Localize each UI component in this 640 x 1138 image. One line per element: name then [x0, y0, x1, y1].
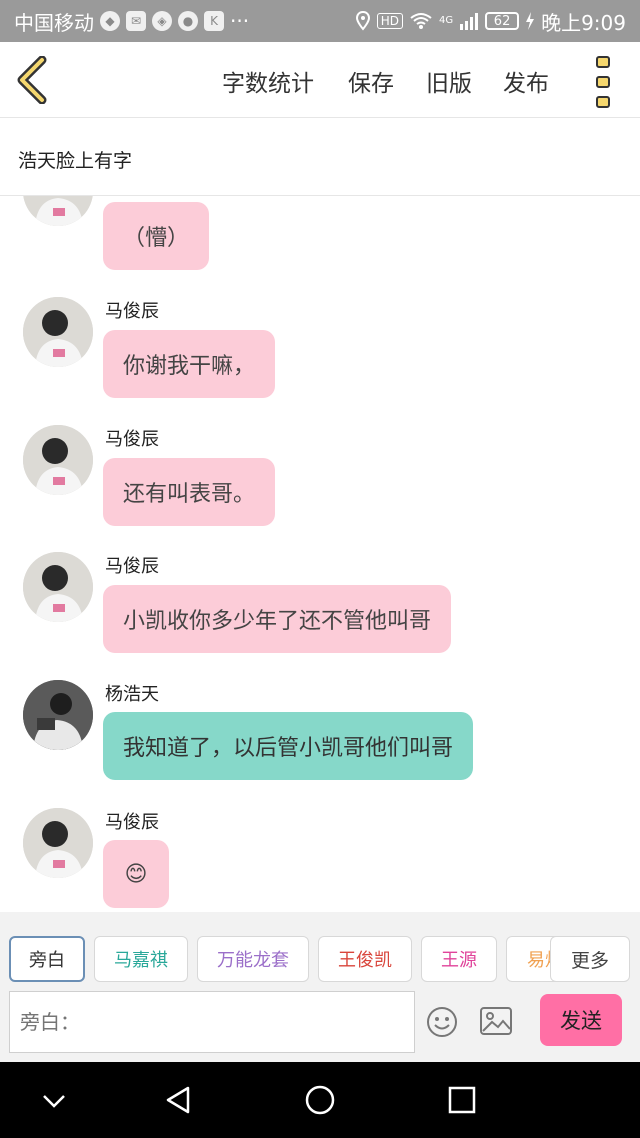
- chat-message[interactable]: （懵）: [0, 196, 640, 276]
- message-bubble[interactable]: 😊: [103, 840, 169, 908]
- speaker-name: 马俊辰: [105, 301, 159, 322]
- chat-message[interactable]: 马俊辰 还有叫表哥。: [0, 425, 640, 535]
- status-bar-right: HD 4G 62 晚上9:09: [355, 7, 626, 36]
- camera-app-icon: ●: [178, 11, 198, 31]
- chat-message[interactable]: 杨浩天 我知道了，以后管小凯哥他们叫哥: [0, 680, 640, 790]
- chat-message[interactable]: 马俊辰 小凯收你多少年了还不管他叫哥: [0, 552, 640, 662]
- more-roles-button[interactable]: 更多: [550, 936, 630, 982]
- signal-icon: [460, 13, 479, 30]
- send-button[interactable]: 发送: [540, 994, 622, 1046]
- person-photo-icon: [23, 552, 93, 622]
- k-app-icon: K: [204, 11, 224, 31]
- person-photo-icon: [23, 297, 93, 367]
- charging-icon: [526, 12, 535, 30]
- network-type-label: 4G: [438, 14, 454, 26]
- carrier-label: 中国移动: [14, 10, 94, 35]
- chat-message[interactable]: 马俊辰 😊: [0, 808, 640, 912]
- role-chip[interactable]: 马嘉祺: [94, 936, 188, 982]
- wifi-icon: [410, 13, 432, 29]
- person-photo-icon: [23, 680, 93, 750]
- chevron-down-icon[interactable]: [36, 1082, 72, 1118]
- save-button[interactable]: 保存: [348, 64, 394, 98]
- person-photo-icon: [23, 196, 93, 226]
- publish-button[interactable]: 发布: [503, 64, 549, 98]
- hd-voice-icon: HD: [376, 13, 403, 29]
- location-icon: [355, 11, 370, 31]
- message-bubble[interactable]: 我知道了，以后管小凯哥他们叫哥: [103, 712, 474, 780]
- word-count-button[interactable]: 字数统计: [222, 64, 314, 98]
- chat-message[interactable]: 马俊辰 你谢我干嘛，: [0, 297, 640, 407]
- old-version-button[interactable]: 旧版: [426, 64, 472, 98]
- avatar-ma-junchen[interactable]: [23, 552, 93, 622]
- clock: 晚上9:09: [541, 10, 626, 35]
- more-notifications-icon: ···: [230, 9, 250, 33]
- speaker-name: 杨浩天: [105, 684, 159, 705]
- role-chip[interactable]: 王俊凯: [318, 936, 412, 982]
- vpn-shield-icon: ◆: [100, 11, 120, 31]
- story-title-bar[interactable]: 浩天脸上有字: [0, 118, 640, 196]
- avatar-ma-junchen[interactable]: [23, 425, 93, 495]
- system-navigation-bar: [0, 1062, 640, 1138]
- home-circle-icon[interactable]: [302, 1082, 338, 1118]
- back-arrow-icon[interactable]: [14, 56, 54, 104]
- speaker-name: 马俊辰: [105, 812, 159, 833]
- top-toolbar: 字数统计 保存 旧版 发布: [0, 42, 640, 118]
- person-photo-icon: [23, 425, 93, 495]
- role-selector[interactable]: 旁白 马嘉祺 万能龙套 王俊凯 王源 易烊 更多: [0, 936, 640, 984]
- role-chip[interactable]: 王源: [421, 936, 497, 982]
- mail-icon: ✉: [126, 11, 146, 31]
- compass-app-icon: ◈: [152, 11, 172, 31]
- speaker-name: 马俊辰: [105, 429, 159, 450]
- compose-area: 旁白 马嘉祺 万能龙套 王俊凯 王源 易烊 更多 发送: [0, 912, 640, 1062]
- story-title: 浩天脸上有字: [18, 150, 133, 172]
- battery-level: 62: [485, 12, 520, 30]
- message-bubble[interactable]: 小凯收你多少年了还不管他叫哥: [103, 585, 452, 653]
- avatar-ma-junchen[interactable]: [23, 297, 93, 367]
- message-input[interactable]: [9, 991, 415, 1053]
- message-bubble[interactable]: 还有叫表哥。: [103, 458, 276, 526]
- chat-list[interactable]: （懵） 马俊辰 你谢我干嘛， 马俊辰 还有叫表哥。 马俊辰 小凯收你多少年了还不…: [0, 196, 640, 912]
- status-bar-left: 中国移动 ◆ ✉ ◈ ● K ···: [14, 7, 249, 36]
- image-icon[interactable]: [479, 1006, 513, 1036]
- avatar-ma-junchen[interactable]: [23, 196, 93, 226]
- more-menu-icon[interactable]: [596, 56, 614, 108]
- recents-square-icon[interactable]: [444, 1082, 480, 1118]
- role-chip[interactable]: 万能龙套: [197, 936, 309, 982]
- message-bubble[interactable]: 你谢我干嘛，: [103, 330, 276, 398]
- message-bubble[interactable]: （懵）: [103, 202, 210, 270]
- status-bar: 中国移动 ◆ ✉ ◈ ● K ··· HD 4G 62 晚上9:09: [0, 0, 640, 42]
- emoji-icon[interactable]: [426, 1006, 458, 1038]
- speaker-name: 马俊辰: [105, 556, 159, 577]
- role-chip-narrator[interactable]: 旁白: [9, 936, 85, 982]
- avatar-ma-junchen[interactable]: [23, 808, 93, 878]
- avatar-yang-haotian[interactable]: [23, 680, 93, 750]
- person-photo-icon: [23, 808, 93, 878]
- back-triangle-icon[interactable]: [160, 1082, 196, 1118]
